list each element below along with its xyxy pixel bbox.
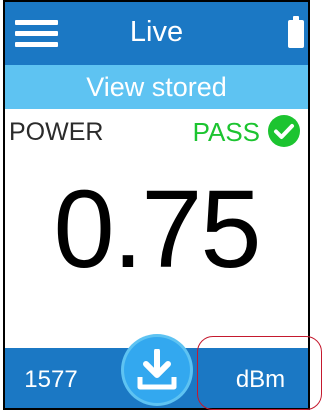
screen-title: Live	[129, 16, 184, 48]
unit-selector-button[interactable]: dBm	[211, 348, 308, 408]
view-stored-button[interactable]: View stored	[5, 65, 308, 109]
measurement-label: POWER	[9, 118, 104, 146]
power-reading-value: 0.75	[53, 168, 261, 291]
pass-status-text: PASS	[192, 117, 260, 147]
download-icon	[137, 349, 177, 390]
battery-body	[288, 20, 304, 48]
header-bar: Live	[5, 2, 308, 65]
check-circle-icon	[268, 115, 300, 147]
save-download-button[interactable]	[124, 337, 190, 403]
meter-screen: Live View stored POWER PASS 0.75 1577 dB…	[3, 0, 310, 410]
wavelength-button[interactable]: 1577	[5, 348, 97, 408]
battery-full-icon	[288, 16, 304, 48]
